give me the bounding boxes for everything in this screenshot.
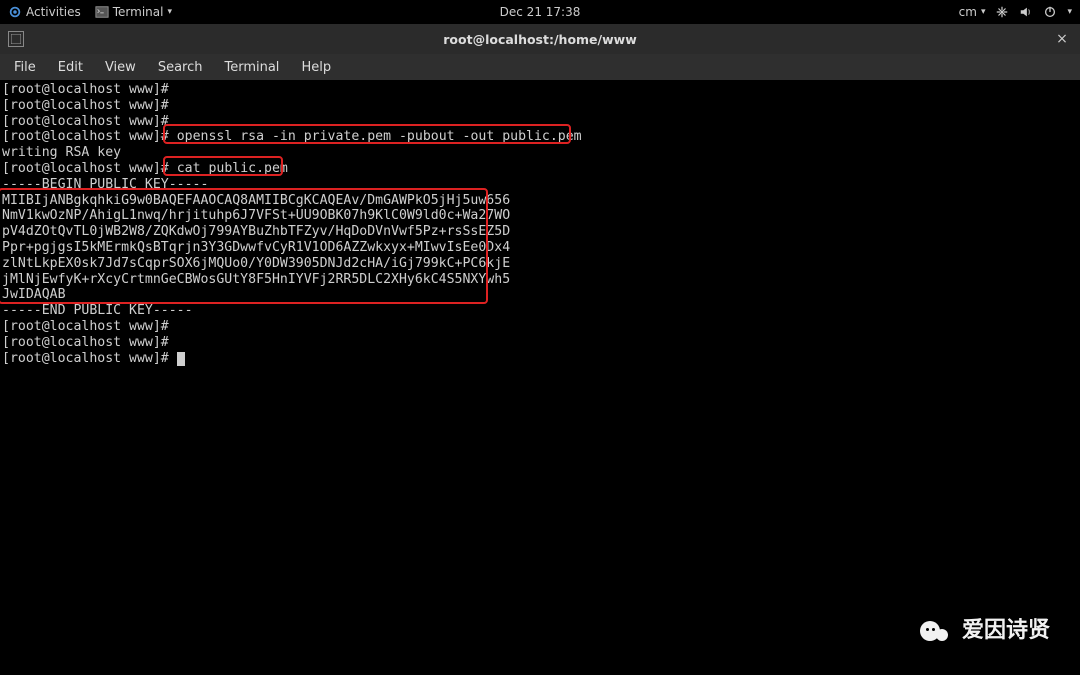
clock[interactable]: Dec 21 17:38 [500,5,581,19]
activities-button[interactable]: Activities [8,5,81,20]
output-line: -----BEGIN PUBLIC KEY----- [2,177,208,192]
activities-label: Activities [26,5,81,19]
menu-view[interactable]: View [95,57,146,78]
prompt-line: [root@localhost www]# [2,161,169,176]
chevron-down-icon[interactable]: ▾ [1067,7,1072,17]
prompt-line: [root@localhost www]# [2,319,169,334]
output-line: -----END PUBLIC KEY----- [2,303,193,318]
menu-file[interactable]: File [4,57,46,78]
output-line: NmV1kwOzNP/AhigL1nwq/hrjituhp6J7VFSt+UU9… [2,208,510,223]
top-panel: Activities Terminal ▾ Dec 21 17:38 cm ▾ … [0,0,1080,24]
command-text: cat public.pem [177,161,288,176]
menu-bar: File Edit View Search Terminal Help [0,54,1080,80]
window-title-bar: root@localhost:/home/www × [0,24,1080,54]
app-menu-button[interactable]: Terminal ▾ [95,5,172,20]
activities-icon [8,5,22,20]
prompt-line: [root@localhost www]# [2,114,169,129]
input-method-indicator[interactable]: cm ▾ [959,5,986,19]
prompt-line: [root@localhost www]# [2,98,169,113]
prompt-line: [root@localhost www]# [2,82,169,97]
prompt-line: [root@localhost www]# [2,129,169,144]
datetime-text: Dec 21 17:38 [500,5,581,19]
prompt-line: [root@localhost www]# [2,351,169,366]
output-line: Ppr+pgjgsI5kMErmkQsBTqrjn3Y3GDwwfvCyR1V1… [2,240,510,255]
output-line: MIIBIjANBgkqhkiG9w0BAQEFAAOCAQ8AMIIBCgKC… [2,193,510,208]
menu-edit[interactable]: Edit [48,57,93,78]
output-line: zlNtLkpEX0sk7Jd7sCqprSOX6jMQUo0/Y0DW3905… [2,256,510,271]
output-line: writing RSA key [2,145,121,160]
menu-search[interactable]: Search [148,57,213,78]
wechat-icon [920,617,954,645]
output-line: JwIDAQAB [2,287,66,302]
terminal-output[interactable]: [root@localhost www]# [root@localhost ww… [0,80,1080,675]
command-text: openssl rsa -in private.pem -pubout -out… [177,129,582,144]
menu-terminal[interactable]: Terminal [214,57,289,78]
volume-icon[interactable] [1019,5,1033,20]
output-line: jMlNjEwfyK+rXcyCrtmnGeCBWosGUtY8F5HnIYVF… [2,272,510,287]
app-menu-label: Terminal [113,5,164,19]
window-title: root@localhost:/home/www [443,32,636,47]
input-method-label: cm [959,5,977,19]
power-icon[interactable] [1043,5,1057,20]
prompt-line: [root@localhost www]# [2,335,169,350]
watermark: 爱因诗贤 [920,617,1050,645]
close-icon: × [1056,31,1068,47]
network-icon[interactable] [995,5,1009,20]
menu-help[interactable]: Help [291,57,341,78]
window-icon [8,31,24,47]
cursor [177,352,185,366]
chevron-down-icon: ▾ [167,7,172,17]
terminal-icon [95,5,109,20]
output-line: pV4dZOtQvTL0jWB2W8/ZQKdwOj799AYBuZhbTFZy… [2,224,510,239]
chevron-down-icon: ▾ [981,7,986,17]
close-button[interactable]: × [1052,29,1072,49]
